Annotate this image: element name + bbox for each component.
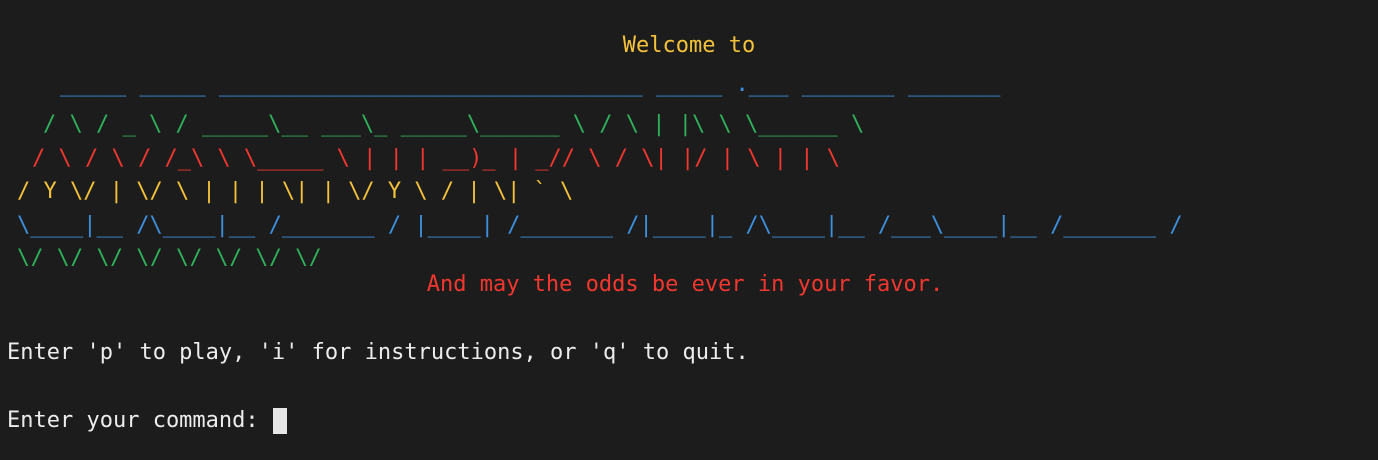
banner-line-2: / \ / _ \ / _____\__ ___\_ _____\______ …	[43, 112, 864, 137]
banner-line-3: / \ / \ / /_\ \ \_____ \ | | | __)_ | _/…	[32, 146, 840, 171]
command-input-line[interactable]: Enter your command:	[7, 407, 287, 435]
banner-line-4: / Y \/ | \/ \ | | | \| | \/ Y \ / | \| `…	[17, 179, 573, 204]
command-label: Enter your command:	[7, 408, 259, 433]
instructions-prompt: Enter 'p' to play, 'i' for instructions,…	[7, 340, 749, 365]
terminal-window: Welcome to _____ _____ _________________…	[0, 0, 1378, 460]
tagline-text: And may the odds be ever in your favor.	[426, 272, 944, 297]
text-cursor[interactable]	[272, 408, 287, 434]
banner-line-6: \/ \/ \/ \/ \/ \/ \/ \/	[17, 246, 322, 266]
ascii-banner: _____ _____ ____________________________…	[0, 56, 1378, 266]
banner-line-5: \____|__ /\____|__ /_______ / |____| /__…	[17, 213, 1183, 238]
ascii-banner-art: _____ _____ ____________________________…	[17, 72, 1183, 266]
banner-line-1: _____ _____ ____________________________…	[60, 72, 1001, 97]
